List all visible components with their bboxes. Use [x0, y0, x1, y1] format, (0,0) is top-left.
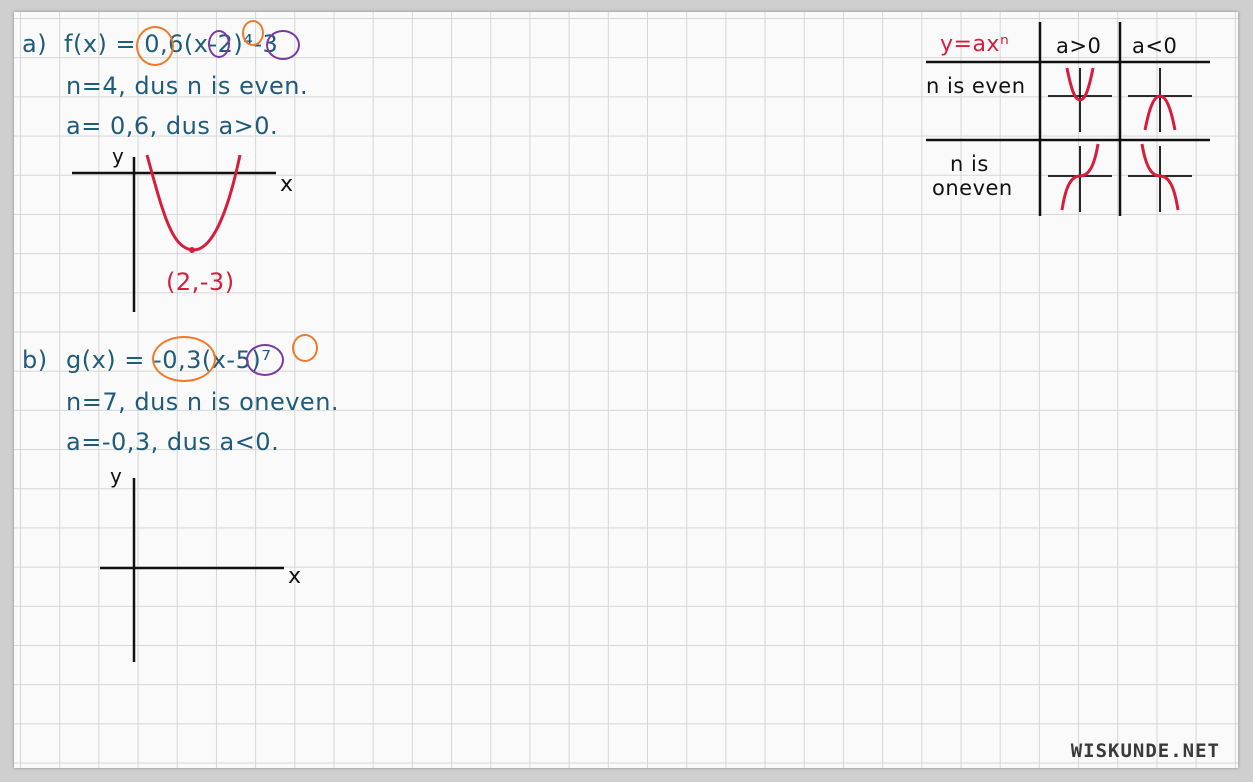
sketch-odd-positive: [1048, 143, 1112, 212]
table-row-odd-line1: n is: [950, 152, 989, 176]
sketch-odd-negative: [1128, 143, 1192, 212]
table-row-odd-line2: oneven: [932, 176, 1013, 200]
sketch-even-positive: [1048, 67, 1112, 132]
sketch-even-negative: [1128, 68, 1192, 132]
table-header-a-positive: a>0: [1056, 34, 1102, 58]
reference-table: [926, 22, 1210, 216]
table-row-even: n is even: [926, 74, 1026, 98]
whiteboard: a) f(x) = 0,6(x-2)⁴-3 n=4, dus n is even…: [14, 12, 1238, 768]
table-header-a-negative: a<0: [1132, 34, 1178, 58]
watermark-logo: WISKUNDE.NET: [1070, 740, 1220, 762]
table-corner-formula: y=axⁿ: [940, 32, 1010, 57]
